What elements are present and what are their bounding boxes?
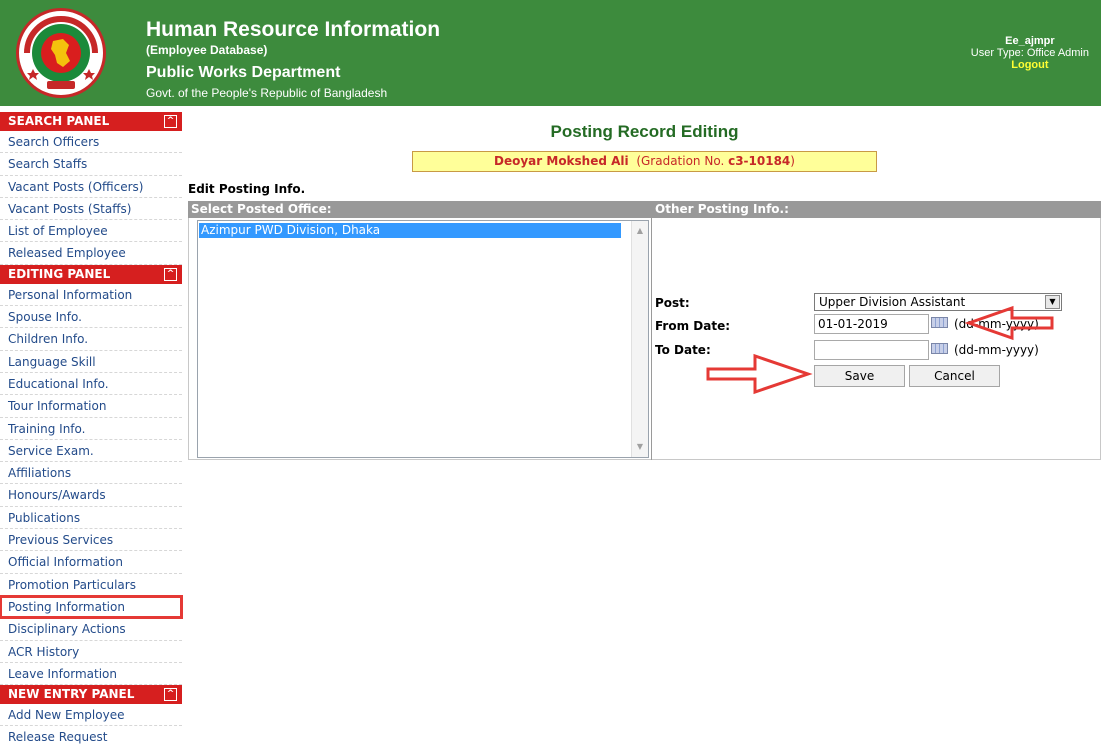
sidebar-item-search-officers[interactable]: Search Officers (0, 131, 182, 154)
new-entry-panel-title: NEW ENTRY PANEL (8, 687, 135, 702)
government-seal-logo (16, 8, 106, 98)
user-info: Ee_ajmpr User Type: Office Admin Logout (971, 35, 1089, 71)
cancel-button[interactable]: Cancel (909, 365, 1000, 387)
sidebar-item-leave-information[interactable]: Leave Information (0, 663, 182, 686)
editing-panel-title: EDITING PANEL (8, 266, 111, 281)
to-date-format-hint: (dd-mm-yyyy) (954, 343, 1039, 357)
search-panel-title: SEARCH PANEL (8, 114, 110, 128)
table-header: Select Posted Office: Other Posting Info… (188, 201, 1101, 218)
user-type: User Type: Office Admin (970, 47, 1089, 59)
sidebar-item-disciplinary-actions[interactable]: Disciplinary Actions (0, 618, 182, 641)
gradation-number: c3-10184 (728, 154, 791, 168)
sidebar-item-vacant-posts-staffs[interactable]: Vacant Posts (Staffs) (0, 198, 182, 221)
scroll-up-icon[interactable]: ▲ (632, 223, 648, 239)
app-subtitle: (Employee Database) (146, 43, 268, 57)
sidebar-item-search-staffs[interactable]: Search Staffs (0, 153, 182, 176)
user-name: Ee_ajmpr (1005, 35, 1055, 47)
chevron-down-icon[interactable]: ▼ (1045, 295, 1060, 309)
post-select-value: Upper Division Assistant (819, 295, 966, 309)
post-label: Post: (655, 296, 690, 310)
sidebar-item-release-request[interactable]: Release Request (0, 726, 182, 746)
section-title: Edit Posting Info. (188, 182, 306, 196)
collapse-icon[interactable]: ^ (164, 267, 177, 281)
other-posting-info-header: Other Posting Info.: (655, 202, 789, 216)
sidebar-item-honours-awards[interactable]: Honours/Awards (0, 484, 182, 507)
sidebar-item-educational-info[interactable]: Educational Info. (0, 373, 182, 396)
select-posted-office-header: Select Posted Office: (191, 202, 332, 216)
employee-banner: Deoyar Mokshed Ali (Gradation No. c3-101… (412, 151, 877, 172)
save-button[interactable]: Save (814, 365, 905, 387)
collapse-icon[interactable]: ^ (164, 688, 177, 702)
sidebar-item-promotion-particulars[interactable]: Promotion Particulars (0, 574, 182, 596)
listbox-scrollbar[interactable]: ▲ ▼ (631, 221, 648, 457)
sidebar-item-spouse-info[interactable]: Spouse Info. (0, 306, 182, 329)
post-select[interactable]: Upper Division Assistant ▼ (814, 293, 1062, 311)
from-date-label: From Date: (655, 319, 731, 333)
sidebar-item-vacant-posts-officers[interactable]: Vacant Posts (Officers) (0, 176, 182, 198)
sidebar-item-language-skill[interactable]: Language Skill (0, 351, 182, 373)
app-title: Human Resource Information (146, 18, 441, 41)
sidebar-item-add-new-employee[interactable]: Add New Employee (0, 704, 182, 727)
from-date-input[interactable] (814, 314, 929, 334)
main-content: Posting Record Editing Deoyar Mokshed Al… (188, 112, 1101, 746)
sidebar-item-publications[interactable]: Publications (0, 507, 182, 530)
search-panel-header[interactable]: SEARCH PANEL ^ (0, 112, 182, 131)
sidebar: SEARCH PANEL ^ Search Officers Search St… (0, 112, 183, 746)
sidebar-item-released-employee[interactable]: Released Employee (0, 242, 182, 265)
sidebar-item-list-of-employee[interactable]: List of Employee (0, 220, 182, 243)
scroll-down-icon[interactable]: ▼ (632, 439, 648, 455)
sidebar-item-training-info[interactable]: Training Info. (0, 418, 182, 440)
sidebar-item-previous-services[interactable]: Previous Services (0, 529, 182, 552)
department-name: Public Works Department (146, 64, 341, 81)
collapse-icon[interactable]: ^ (164, 115, 177, 128)
posted-office-listbox[interactable]: Azimpur PWD Division, Dhaka ▲ ▼ (197, 220, 649, 458)
sidebar-item-tour-information[interactable]: Tour Information (0, 395, 182, 418)
to-date-label: To Date: (655, 343, 711, 357)
editing-panel-header[interactable]: EDITING PANEL ^ (0, 264, 182, 284)
sidebar-item-official-information[interactable]: Official Information (0, 551, 182, 574)
gradation-suffix: ) (790, 154, 795, 168)
sidebar-item-posting-information[interactable]: Posting Information (0, 594, 183, 620)
sidebar-item-personal-information[interactable]: Personal Information (0, 284, 182, 307)
office-option-selected[interactable]: Azimpur PWD Division, Dhaka (199, 223, 621, 238)
sidebar-item-affiliations[interactable]: Affiliations (0, 462, 182, 485)
column-divider (651, 218, 652, 460)
page-title: Posting Record Editing (550, 122, 739, 141)
sidebar-item-children-info[interactable]: Children Info. (0, 328, 182, 351)
from-date-format-hint: (dd-mm-yyyy) (954, 317, 1039, 331)
calendar-icon[interactable] (931, 317, 948, 328)
logout-link[interactable]: Logout (971, 59, 1089, 71)
gradation-label: (Gradation No. (636, 154, 729, 168)
to-date-input[interactable] (814, 340, 929, 360)
new-entry-panel-header[interactable]: NEW ENTRY PANEL ^ (0, 685, 182, 705)
calendar-icon[interactable] (931, 343, 948, 354)
employee-name: Deoyar Mokshed Ali (494, 154, 629, 168)
sidebar-item-service-exam[interactable]: Service Exam. (0, 440, 182, 463)
app-header: Human Resource Information (Employee Dat… (0, 0, 1101, 106)
sidebar-item-acr-history[interactable]: ACR History (0, 641, 182, 663)
government-name: Govt. of the People's Republic of Bangla… (146, 86, 388, 100)
